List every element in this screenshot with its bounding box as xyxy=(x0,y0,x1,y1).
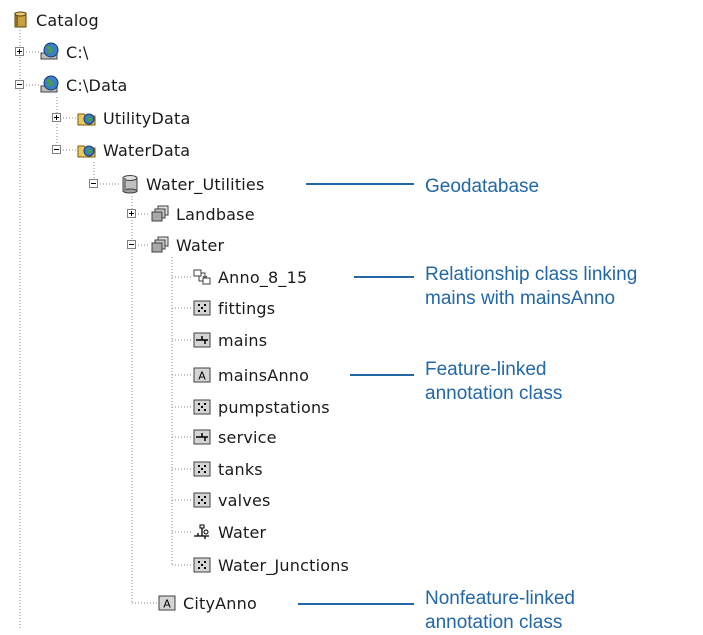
tree-item-water-utilities[interactable]: Water_Utilities xyxy=(120,171,265,197)
tree-item-label: C:\ xyxy=(66,42,89,62)
callout-feature-linked: Feature-linked annotation class xyxy=(425,358,562,406)
expand-toggle-landbase[interactable] xyxy=(127,209,136,218)
tree-item-label: Anno_8_15 xyxy=(218,267,308,287)
tree-item-label: mainsAnno xyxy=(218,365,310,385)
callout-text-line: annotation class xyxy=(425,383,563,404)
tree-item-label: Landbase xyxy=(176,204,255,224)
tree-item-water-network[interactable]: Water xyxy=(192,519,266,545)
folder-globe-icon xyxy=(77,108,97,128)
collapse-toggle-water-data[interactable] xyxy=(52,145,61,154)
tree-item-drive-c[interactable]: C:\ xyxy=(40,39,89,65)
svg-text:A: A xyxy=(163,598,171,611)
callout-text-line: Geodatabase xyxy=(425,176,540,197)
relationship-class-icon xyxy=(192,267,212,287)
tree-item-label: Catalog xyxy=(36,10,99,30)
expand-toggle-utility-data[interactable] xyxy=(52,113,61,122)
tree-item-label: UtilityData xyxy=(103,108,191,128)
feature-dataset-icon xyxy=(150,235,170,255)
tree-item-label: Water_Utilities xyxy=(146,174,265,194)
tree-item-pumpstations[interactable]: pumpstations xyxy=(192,394,330,420)
tree-item-mainsanno[interactable]: A mainsAnno xyxy=(192,362,309,388)
point-feature-class-icon xyxy=(192,490,212,510)
tree-item-water-dataset[interactable]: Water xyxy=(150,232,224,258)
geometric-network-icon xyxy=(192,522,212,542)
feature-dataset-icon xyxy=(150,204,170,224)
annotation-class-icon: A xyxy=(157,593,177,613)
tree-item-label: Water xyxy=(218,522,267,542)
folder-globe-icon xyxy=(77,140,97,160)
expand-toggle-drive-c[interactable] xyxy=(15,47,24,56)
callout-line-nonfeature-linked xyxy=(298,603,414,605)
callout-nonfeature-linked: Nonfeature-linked annotation class xyxy=(425,587,575,635)
tree-item-label: WaterData xyxy=(103,140,191,160)
tree-item-c-data[interactable]: C:\Data xyxy=(40,72,128,98)
tree-item-label: C:\Data xyxy=(66,75,128,95)
geodatabase-icon xyxy=(120,174,140,194)
tree-item-fittings[interactable]: fittings xyxy=(192,295,275,321)
tree-item-mains[interactable]: mains xyxy=(192,327,267,353)
drive-globe-icon xyxy=(40,75,60,95)
tree-item-label: fittings xyxy=(218,298,276,318)
tree-item-service[interactable]: service xyxy=(192,424,277,450)
catalog-icon xyxy=(10,10,30,30)
callout-geodatabase: Geodatabase xyxy=(425,175,539,199)
tree-item-label: Water xyxy=(176,235,225,255)
collapse-toggle-water-dataset[interactable] xyxy=(127,240,136,249)
callout-text-line: mains with mainsAnno xyxy=(425,288,616,309)
callout-line-feature-linked xyxy=(350,374,414,376)
tree-item-label: service xyxy=(218,427,277,447)
tree-item-water-junctions[interactable]: Water_Junctions xyxy=(192,552,349,578)
tree-item-label: mains xyxy=(218,330,268,350)
point-feature-class-icon xyxy=(192,298,212,318)
tree-item-tanks[interactable]: tanks xyxy=(192,456,263,482)
callout-text-line: annotation class xyxy=(425,612,563,633)
tree-item-label: Water_Junctions xyxy=(218,555,350,575)
callout-relationship-class: Relationship class linking mains with ma… xyxy=(425,263,637,311)
annotation-class-icon: A xyxy=(192,365,212,385)
collapse-toggle-water-utilities[interactable] xyxy=(89,179,98,188)
drive-globe-icon xyxy=(40,42,60,62)
point-feature-class-icon xyxy=(192,555,212,575)
line-feature-class-icon xyxy=(192,330,212,350)
callout-text-line: Feature-linked xyxy=(425,359,547,380)
point-feature-class-icon xyxy=(192,459,212,479)
svg-text:A: A xyxy=(198,370,206,383)
tree-item-utility-data[interactable]: UtilityData xyxy=(77,105,190,131)
callout-line-relationship xyxy=(354,276,414,278)
tree-item-label: CityAnno xyxy=(183,593,257,613)
tree-item-label: valves xyxy=(218,490,271,510)
tree-item-cityanno[interactable]: A CityAnno xyxy=(157,590,257,616)
callout-text-line: Nonfeature-linked xyxy=(425,588,575,609)
tree-item-label: tanks xyxy=(218,459,263,479)
tree-item-water-data[interactable]: WaterData xyxy=(77,137,190,163)
callout-line-geodatabase xyxy=(306,183,414,185)
collapse-toggle-c-data[interactable] xyxy=(15,80,24,89)
tree-item-label: pumpstations xyxy=(218,397,330,417)
tree-item-catalog[interactable]: Catalog xyxy=(10,7,99,33)
point-feature-class-icon xyxy=(192,397,212,417)
callout-text-line: Relationship class linking xyxy=(425,264,638,285)
tree-item-valves[interactable]: valves xyxy=(192,487,271,513)
line-feature-class-icon xyxy=(192,427,212,447)
tree-item-landbase[interactable]: Landbase xyxy=(150,201,255,227)
tree-item-anno-8-15[interactable]: Anno_8_15 xyxy=(192,264,307,290)
